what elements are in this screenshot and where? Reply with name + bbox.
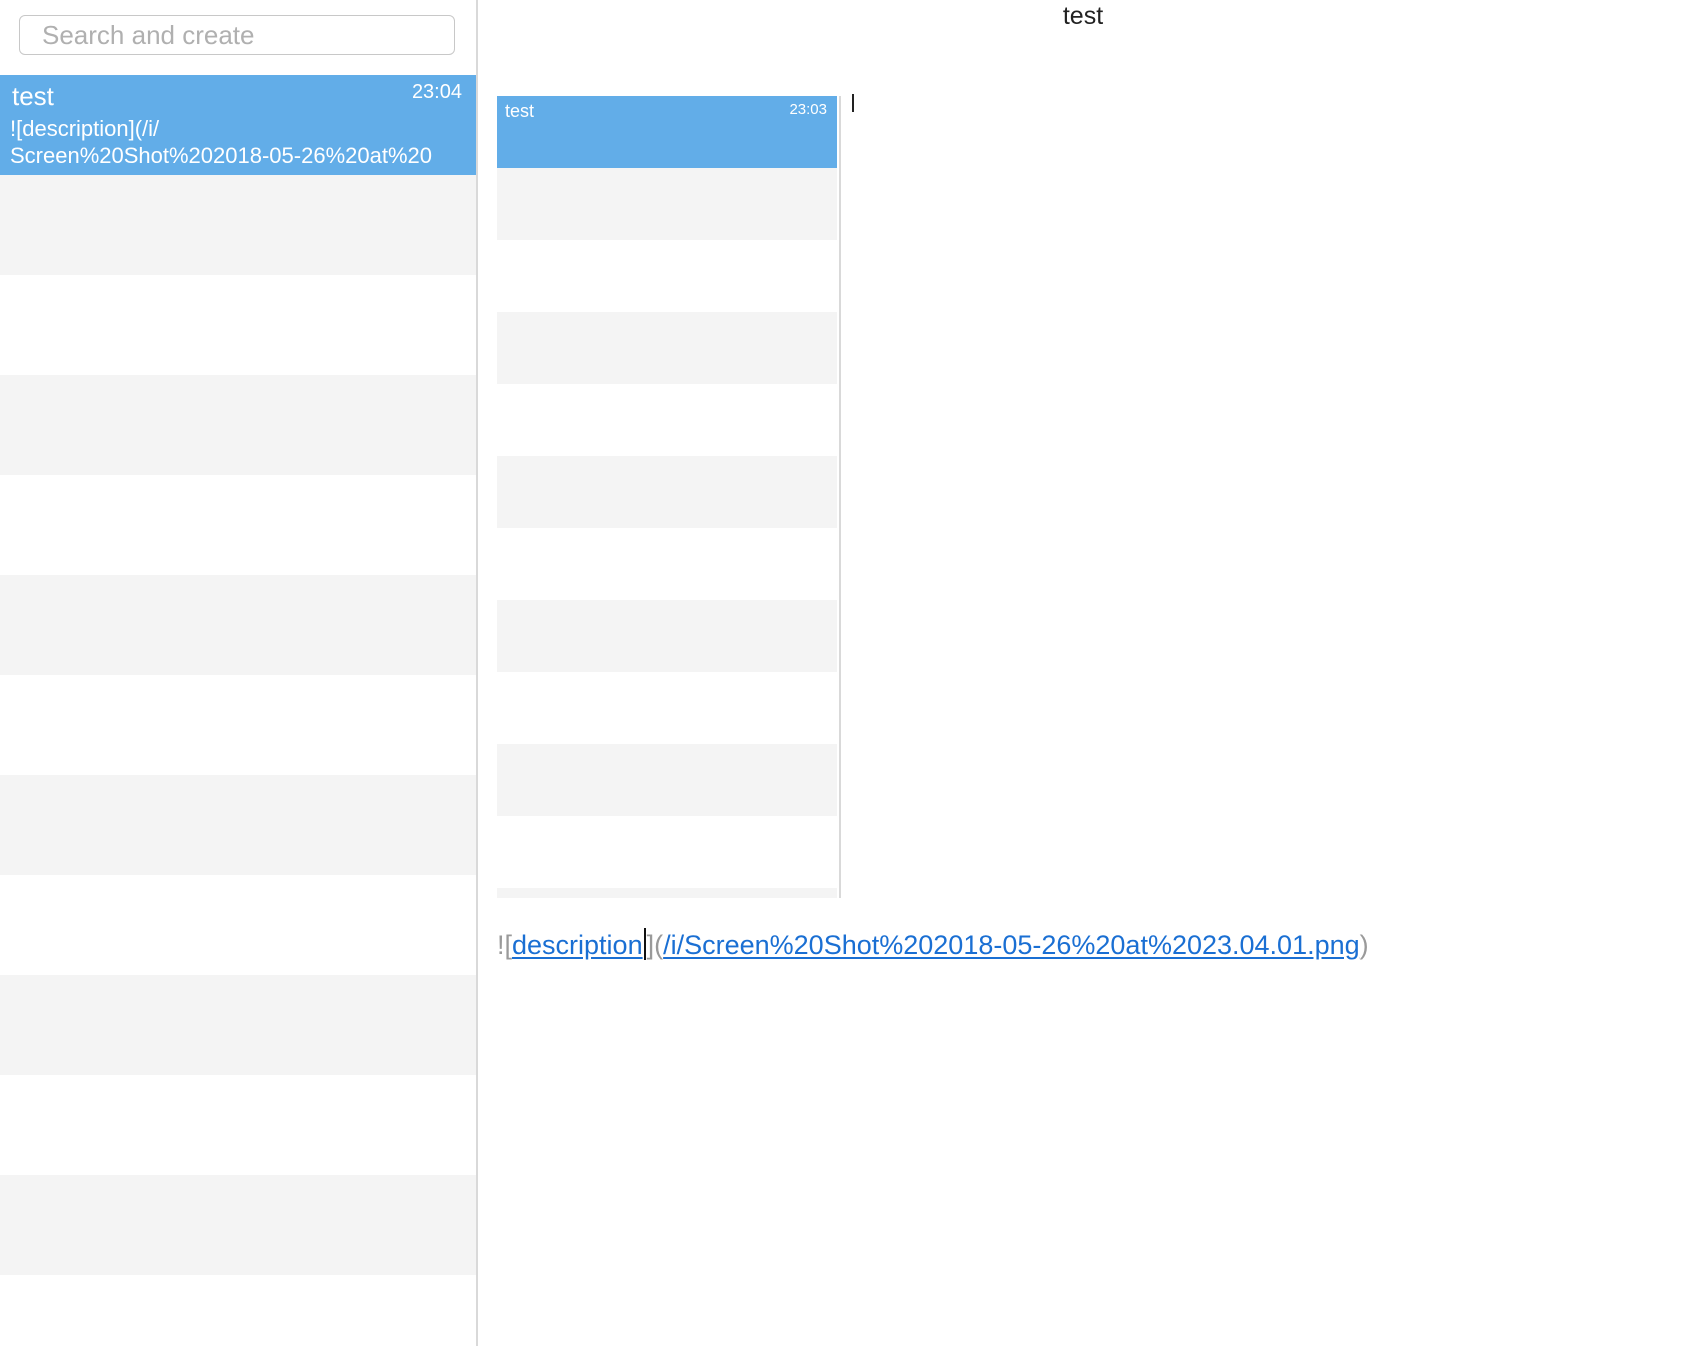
sidebar: test 23:04 ![description](/i/ Screen%20S… [0, 0, 478, 1346]
note-list-empty-row [0, 1075, 476, 1175]
note-list-empty-row [0, 975, 476, 1075]
note-list-empty-row [0, 375, 476, 475]
image-note-row-selected: test 23:03 [497, 96, 837, 168]
image-note-row [497, 744, 837, 816]
text-cursor [852, 94, 854, 112]
note-list-empty-row [0, 875, 476, 975]
note-list-empty-row [0, 275, 476, 375]
image-note-row [497, 168, 837, 240]
image-note-row [497, 456, 837, 528]
image-note-row [497, 312, 837, 384]
embedded-screenshot-image: test 23:03 [497, 96, 841, 898]
image-note-row [497, 672, 837, 744]
note-preview: ![description](/i/ Screen%20Shot%202018-… [10, 116, 432, 168]
note-list-empty-row [0, 1175, 476, 1275]
image-note-row [497, 528, 837, 600]
text-cursor [643, 928, 646, 960]
note-list-item-selected[interactable]: test 23:04 ![description](/i/ Screen%20S… [0, 75, 476, 175]
search-box[interactable] [19, 15, 455, 55]
image-note-row [497, 240, 837, 312]
note-title-header: test [1062, 2, 1104, 30]
image-description-link[interactable]: description [512, 930, 643, 960]
search-input[interactable] [20, 16, 454, 54]
markdown-bang-bracket: ![ [497, 930, 513, 960]
note-list-empty-row [0, 1275, 476, 1346]
note-list-empty-row [0, 475, 476, 575]
markdown-close-bracket: ] [646, 930, 655, 960]
image-note-row [497, 888, 837, 898]
editor-pane[interactable]: test test 23:03 ![description](/i/Screen… [478, 0, 1688, 1346]
image-note-row [497, 600, 837, 672]
note-time: 23:04 [411, 81, 462, 103]
note-list-empty-row [0, 775, 476, 875]
markdown-image-line[interactable]: ![description](/i/Screen%20Shot%202018-0… [497, 928, 1369, 961]
image-url-link[interactable]: /i/Screen%20Shot%202018-05-26%20at%2023.… [663, 930, 1360, 960]
note-list-empty-row [0, 675, 476, 775]
image-note-row [497, 816, 837, 888]
markdown-open-paren: ( [654, 930, 664, 960]
markdown-close-paren: ) [1359, 930, 1369, 960]
note-list: test 23:04 ![description](/i/ Screen%20S… [0, 75, 476, 1346]
app-window: test 23:04 ![description](/i/ Screen%20S… [0, 0, 1688, 1346]
note-list-empty-row [0, 575, 476, 675]
image-note-title: test [505, 101, 535, 121]
note-title: test [12, 81, 54, 111]
image-note-row [497, 384, 837, 456]
image-note-time: 23:03 [789, 101, 827, 118]
note-list-empty-row [0, 175, 476, 275]
